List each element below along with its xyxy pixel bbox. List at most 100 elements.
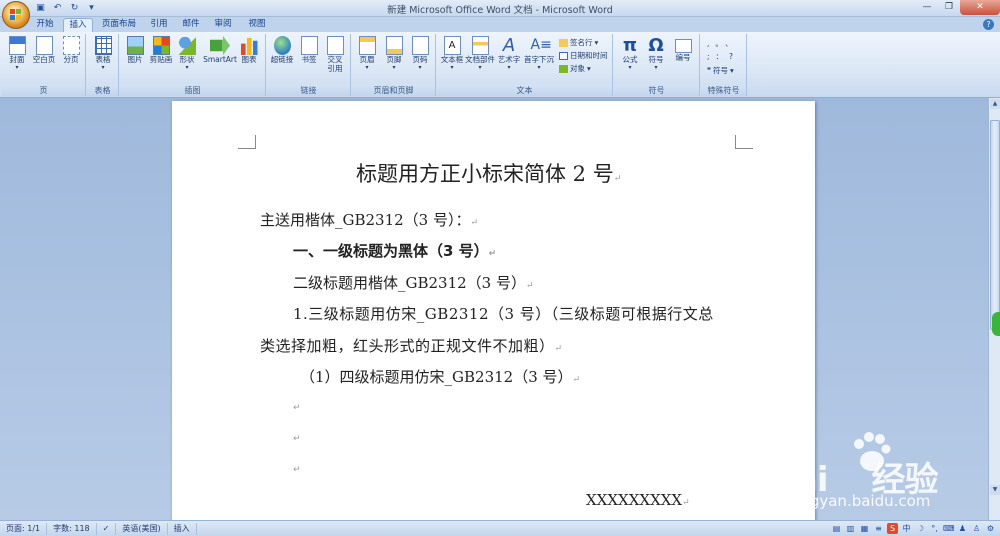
full-screen-icon[interactable]: ▥ [845,523,856,534]
page-number-icon [411,36,429,55]
chevron-down-icon: ▾ [15,64,19,71]
group-label: 页眉和页脚 [352,85,435,96]
cover-page-button[interactable]: 封面 ▾ [5,36,29,71]
drop-cap-button[interactable]: A≡ 首字下沉 ▾ [524,36,554,71]
print-layout-icon[interactable]: ▤ [831,523,842,534]
tab-references[interactable]: 引用 [146,18,172,32]
chevron-down-icon: ▾ [478,64,482,71]
calendar-icon [559,51,568,60]
chart-button[interactable]: 图表 [237,36,261,64]
punctuation-icon[interactable]: °, [929,523,940,534]
footer-button[interactable]: 页脚 ▾ [382,36,406,71]
wordart-button[interactable]: A 艺术字 ▾ [497,36,521,71]
group-label: 表格 [87,85,118,96]
ime-s-icon[interactable]: S [887,523,898,534]
equation-button[interactable]: π 公式 ▾ [618,36,642,71]
office-button[interactable] [2,1,30,29]
tab-review[interactable]: 审阅 [210,18,236,32]
side-widget-tab[interactable] [992,312,1000,336]
group-label: 特殊符号 [701,85,746,96]
table-button[interactable]: 表格 ▾ [91,36,115,71]
group-label: 页 [2,85,85,96]
chevron-down-icon: ▾ [654,64,658,71]
office-logo-icon [10,9,22,21]
status-bar: 页面: 1/1 字数: 118 ✓ 英语(美国) 插入 ▤ ▥ ▦ ≡ S 中 … [0,520,1000,536]
web-layout-icon[interactable]: ▦ [859,523,870,534]
empty-paragraph[interactable]: ↵ [293,465,301,475]
group-label: 符号 [614,85,699,96]
doc-heading-1[interactable]: 一、一级标题为黑体（3 号）↵ [293,240,496,261]
cross-reference-button[interactable]: 交叉 引用 [323,36,347,73]
window-title: 新建 Microsoft Office Word 文档 - Microsoft … [387,5,613,16]
group-table: 表格 ▾ 表格 [87,34,119,96]
insert-mode[interactable]: 插入 [168,522,197,535]
restore-button[interactable]: ❐ [938,0,960,15]
doc-title[interactable]: 标题用方正小标宋简体 2 号↵ [356,158,621,188]
shapes-button[interactable]: 形状 ▾ [175,36,199,71]
doc-heading-3-line-1[interactable]: 1.三级标题用仿宋_GB2312（3 号）（三级标题可根据行文总 [293,303,714,324]
wordart-icon: A [502,35,516,56]
language-indicator[interactable]: 英语(美国) [116,522,168,535]
object-icon [559,64,568,73]
doc-signature[interactable]: XXXXXXXXX↵ [586,491,690,509]
ime-chinese-icon[interactable]: 中 [901,523,912,534]
shapes-icon [178,36,196,55]
shirt-icon[interactable]: ♙ [971,523,982,534]
table-icon [94,36,112,55]
outline-icon[interactable]: ≡ [873,523,884,534]
smartart-icon [210,36,230,55]
blank-page-icon [35,36,53,55]
tab-mailings[interactable]: 邮件 [178,18,204,32]
user-icon[interactable]: ♟ [957,523,968,534]
document-page[interactable]: 标题用方正小标宋简体 2 号↵ 主送用楷体_GB2312（3 号）：↵ 一、一级… [172,101,815,536]
tab-insert[interactable]: 插入 [63,18,93,32]
numbering-button[interactable]: 编号 [671,36,695,62]
signature-line-button[interactable]: 签名行 ▾ [559,37,598,48]
doc-recipient[interactable]: 主送用楷体_GB2312（3 号）：↵ [260,209,478,230]
margin-marker-top-left [238,135,256,149]
scroll-up-icon[interactable]: ▲ [990,99,1000,109]
ribbon: 封面 ▾ 空白页 分页 页 表格 ▾ 表格 图片 剪贴画 形状 ▾ SmartA… [0,32,1000,98]
text-box-button[interactable]: A 文本框 ▾ [440,36,464,71]
page-break-button[interactable]: 分页 [59,36,83,64]
special-symbol-row-2[interactable]: ;：? [707,51,739,62]
header-button[interactable]: 页眉 ▾ [355,36,379,71]
group-text: A 文本框 ▾ 文档部件 ▾ A 艺术字 ▾ A≡ 首字下沉 ▾ 签名行 ▾ 日期… [437,34,613,96]
tab-home[interactable]: 开始 [32,18,58,32]
special-symbol-row-1[interactable]: ,。、 [707,38,739,49]
page-break-icon [62,36,80,55]
doc-heading-2[interactable]: 二级标题用楷体_GB2312（3 号）↵ [293,272,534,293]
group-label: 插图 [120,85,265,96]
quick-parts-button[interactable]: 文档部件 ▾ [465,36,495,71]
tab-page-layout[interactable]: 页面布局 [99,18,139,32]
keyboard-icon[interactable]: ⌨ [943,523,955,534]
baidu-watermark: Bai 经验 jingyan.baidu.com [770,430,990,520]
group-symbols: π 公式 ▾ Ω 符号 ▾ 编号 符号 [614,34,700,96]
window-controls: — ❐ ✕ [916,0,1000,15]
picture-icon [126,36,144,55]
page-number-button[interactable]: 页码 ▾ [408,36,432,71]
word-count[interactable]: 字数: 118 [47,522,97,535]
doc-heading-4[interactable]: （1）四级标题用仿宋_GB2312（3 号）↵ [300,366,580,387]
close-button[interactable]: ✕ [960,0,1000,15]
empty-paragraph[interactable]: ↵ [293,434,301,444]
moon-icon[interactable]: ☽ [915,523,926,534]
settings-icon[interactable]: ⚙ [985,523,996,534]
doc-heading-3-line-2[interactable]: 类选择加粗，红头形式的正规文件不加粗）↵ [260,335,563,356]
object-button[interactable]: 对象 ▾ [559,63,591,74]
tab-view[interactable]: 视图 [244,18,270,32]
special-symbol-button[interactable]: ❞ 符号 ▾ [707,65,734,76]
chevron-down-icon: ▾ [418,64,422,71]
scroll-thumb[interactable] [990,120,1000,330]
ribbon-tabs: 开始 插入 页面布局 引用 邮件 审阅 视图 ? [0,17,1000,32]
minimize-button[interactable]: — [916,0,938,15]
hyperlink-icon [273,36,291,55]
proofing-icon[interactable]: ✓ [97,522,117,535]
help-icon[interactable]: ? [983,19,994,30]
chevron-down-icon: ▾ [537,64,541,71]
scroll-down-icon[interactable]: ▼ [990,485,1000,495]
empty-paragraph[interactable]: ↵ [293,403,301,413]
date-time-button[interactable]: 日期和时间 [559,50,608,61]
chevron-down-icon: ▾ [507,64,511,71]
page-indicator[interactable]: 页面: 1/1 [0,522,48,535]
